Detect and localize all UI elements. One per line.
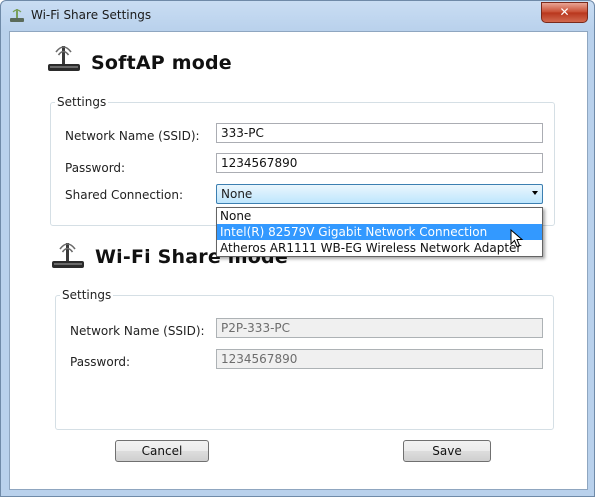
dropdown-option-none[interactable]: None: [217, 208, 542, 224]
dropdown-option-atheros[interactable]: Atheros AR1111 WB-EG Wireless Network Ad…: [217, 240, 542, 256]
softap-heading: SoftAP mode: [91, 52, 232, 74]
shared-connection-dropdown: None Intel(R) 82579V Gigabit Network Con…: [216, 207, 543, 257]
wifishare-ssid-input: P2P-333-PC: [216, 318, 543, 338]
softap-group-label: Settings: [55, 95, 109, 109]
wifishare-ssid-label: Network Name (SSID):: [70, 324, 205, 338]
softap-ssid-label: Network Name (SSID):: [65, 129, 200, 143]
cancel-button[interactable]: Cancel: [115, 440, 209, 462]
settings-window: Wi-Fi Share Settings ✕ SoftAP mode Setti…: [0, 0, 595, 497]
wifi-router-icon: [48, 46, 80, 71]
wifi-router-icon: [52, 243, 84, 268]
shared-connection-label: Shared Connection:: [65, 188, 184, 202]
close-icon: ✕: [559, 5, 570, 19]
wifishare-password-input: 1234567890: [216, 349, 543, 369]
shared-connection-value: None: [221, 187, 253, 201]
save-button[interactable]: Save: [403, 440, 491, 462]
window-title: Wi-Fi Share Settings: [31, 8, 152, 22]
softap-password-input[interactable]: 1234567890: [216, 153, 543, 173]
close-button[interactable]: ✕: [541, 2, 588, 23]
client-area: SoftAP mode Settings Network Name (SSID)…: [9, 31, 588, 490]
softap-password-label: Password:: [65, 161, 126, 175]
mouse-pointer-icon: [510, 229, 524, 248]
wifi-router-icon: [10, 9, 24, 22]
chevron-down-icon[interactable]: [532, 191, 538, 195]
dropdown-option-intel[interactable]: Intel(R) 82579V Gigabit Network Connecti…: [217, 224, 542, 240]
wifishare-password-label: Password:: [70, 355, 131, 369]
wifishare-group-label: Settings: [60, 288, 114, 302]
softap-ssid-input[interactable]: 333-PC: [216, 123, 543, 143]
shared-connection-select[interactable]: None: [216, 184, 543, 204]
title-bar[interactable]: Wi-Fi Share Settings ✕: [1, 1, 594, 31]
